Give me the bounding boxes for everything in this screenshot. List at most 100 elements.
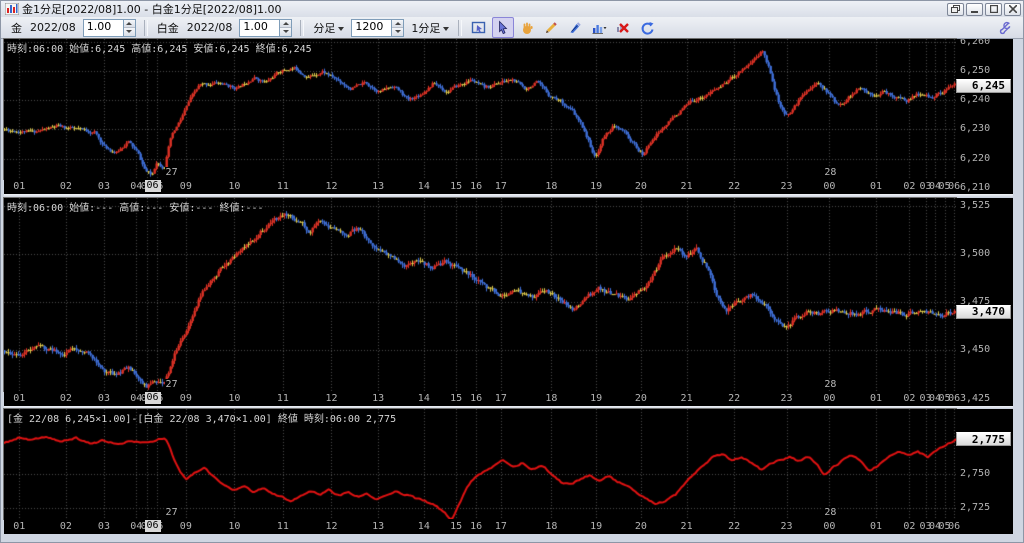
bar-type-dropdown[interactable]: 分足 — [313, 20, 345, 36]
app-icon — [5, 3, 19, 15]
y-axis-tick: 3,525 — [960, 199, 991, 211]
x-axis-tick: 00 — [823, 181, 836, 192]
x-axis-tick: 02 — [59, 181, 72, 192]
x-axis-tick: 23 — [780, 393, 793, 404]
x-axis-tick: 14 — [417, 181, 430, 192]
x-axis-tick: 11 — [276, 181, 289, 192]
gold-info-line: 時刻:06:00 始値:6,245 高値:6,245 安値:6,245 終値:6… — [7, 44, 312, 55]
close-button[interactable] — [1004, 2, 1021, 16]
spin-up-button[interactable] — [280, 19, 292, 28]
x-axis-tick: 01 — [870, 393, 883, 404]
toolbar-separator — [143, 19, 148, 36]
frame-right — [1013, 39, 1023, 542]
x-axis-tick: 14 — [417, 521, 430, 532]
x-axis-tick: 00 — [823, 521, 836, 532]
bar-count-value[interactable]: 1200 — [352, 19, 392, 36]
x-axis-tick: 20 — [634, 393, 647, 404]
x-axis-tick: 01 — [13, 521, 26, 532]
date-marker: 27 — [164, 379, 179, 390]
app-window: 金1分足[2022/08]1.00 - 白金1分足[2022/08]1.00 金… — [0, 0, 1024, 543]
spin-down-button[interactable] — [280, 28, 292, 36]
x-axis-tick: 03 — [97, 393, 110, 404]
float-window-button[interactable] — [947, 2, 964, 16]
x-axis-tick: 22 — [728, 521, 741, 532]
x-axis-tick: 18 — [545, 181, 558, 192]
chevron-down-icon — [338, 26, 345, 31]
clear-chart-tool-button[interactable] — [612, 17, 634, 38]
x-axis-tick: 00 — [823, 393, 836, 404]
spin-up-button[interactable] — [392, 19, 404, 28]
chart-style-menu-button[interactable] — [588, 17, 610, 38]
x-axis-tick: 17 — [494, 181, 507, 192]
toolbar: 金 2022/08 1.00 白金 2022/08 1.00 分足 1200 1… — [1, 17, 1023, 39]
chart-panel-platinum: 時刻:06:00 始値:--- 高値:--- 安値:--- 終値:--- 27 2… — [4, 198, 956, 391]
pencil-tool-button[interactable] — [540, 17, 562, 38]
x-axis-tick: 09 — [179, 393, 192, 404]
x-axis-tick: 13 — [372, 521, 385, 532]
y-axis-tick: 6,250 — [960, 65, 991, 77]
platinum-multiplier-spinner[interactable]: 1.00 — [239, 18, 293, 37]
x-axis-tick: 16 — [470, 521, 483, 532]
x-axis-tick: 06 — [948, 181, 961, 192]
platinum-candlestick-canvas[interactable] — [4, 198, 956, 391]
maximize-button[interactable] — [985, 2, 1002, 16]
y-axis-tick: 6,260 — [960, 39, 991, 47]
spread-line-canvas[interactable] — [4, 409, 956, 519]
platinum-multiplier-value[interactable]: 1.00 — [240, 19, 280, 36]
y-axis-tick: 2,750 — [960, 467, 991, 479]
gold-price-axis: 6,260 6,250 6,240 6,230 6,220 6,210 6,245 — [956, 39, 1013, 194]
gold-multiplier-value[interactable]: 1.00 — [83, 19, 123, 36]
pan-hand-tool-button[interactable] — [516, 17, 538, 38]
x-axis-tick: 10 — [228, 181, 241, 192]
y-axis-tick: 3,425 — [960, 392, 991, 404]
x-axis-tick: 15 — [450, 181, 463, 192]
highlighted-time-label: 06 — [144, 520, 161, 532]
y-axis-tick: 3,500 — [960, 247, 991, 259]
x-axis-tick: 01 — [870, 181, 883, 192]
title-bar[interactable]: 金1分足[2022/08]1.00 - 白金1分足[2022/08]1.00 — [1, 1, 1023, 18]
x-axis-tick: 18 — [545, 521, 558, 532]
x-axis-tick: 19 — [590, 393, 603, 404]
x-axis-tick: 03 — [97, 181, 110, 192]
y-axis-tick: 6,210 — [960, 181, 991, 193]
interval-dropdown[interactable]: 1分足 — [411, 20, 450, 36]
gold-label: 金 — [11, 21, 22, 35]
x-axis-tick: 11 — [276, 521, 289, 532]
gold-candlestick-canvas[interactable] — [4, 39, 956, 179]
date-marker: 28 — [823, 507, 838, 518]
x-axis-tick: 19 — [590, 521, 603, 532]
x-axis-tick: 21 — [680, 521, 693, 532]
x-axis-tick: 20 — [634, 181, 647, 192]
spin-down-button[interactable] — [392, 28, 404, 36]
platinum-label: 白金 — [156, 21, 179, 35]
x-axis-tick: 14 — [417, 393, 430, 404]
last-price-box: 3,470 — [956, 304, 1011, 319]
y-axis-tick: 6,230 — [960, 123, 991, 135]
frame-bottom — [4, 534, 1013, 542]
spin-down-button[interactable] — [123, 28, 135, 36]
pen-tool-button[interactable] — [564, 17, 586, 38]
x-axis-tick: 01 — [870, 521, 883, 532]
x-axis-tick: 13 — [372, 393, 385, 404]
spread-info-line: [金 22/08 6,245×1.00]-[白金 22/08 3,470×1.0… — [7, 414, 397, 425]
y-axis-tick: 2,800 — [960, 409, 990, 410]
spread-price-axis: 2,800 2,750 2,725 2,775 — [956, 409, 1013, 534]
date-marker: 28 — [823, 379, 838, 390]
chart-pointer-tool-button[interactable] — [468, 17, 490, 38]
x-axis-tick: 10 — [228, 393, 241, 404]
spin-up-button[interactable] — [123, 19, 135, 28]
bar-count-spinner[interactable]: 1200 — [351, 18, 405, 37]
gold-multiplier-spinner[interactable]: 1.00 — [82, 18, 136, 37]
select-tool-button[interactable] — [492, 17, 515, 38]
chart-panel-gold: 時刻:06:00 始値:6,245 高値:6,245 安値:6,245 終値:6… — [4, 39, 956, 179]
y-axis-tick: 6,240 — [960, 94, 991, 106]
x-axis-tick: 15 — [450, 393, 463, 404]
date-marker: 28 — [823, 167, 838, 178]
gold-time-axis: 0102030405060910111213141516171819202122… — [4, 179, 960, 194]
minimize-button[interactable] — [966, 2, 983, 16]
refresh-tool-button[interactable] — [636, 17, 658, 38]
x-axis-tick: 17 — [494, 393, 507, 404]
x-axis-tick: 12 — [325, 181, 338, 192]
settings-wrench-icon[interactable] — [993, 17, 1015, 38]
x-axis-tick: 12 — [325, 393, 338, 404]
